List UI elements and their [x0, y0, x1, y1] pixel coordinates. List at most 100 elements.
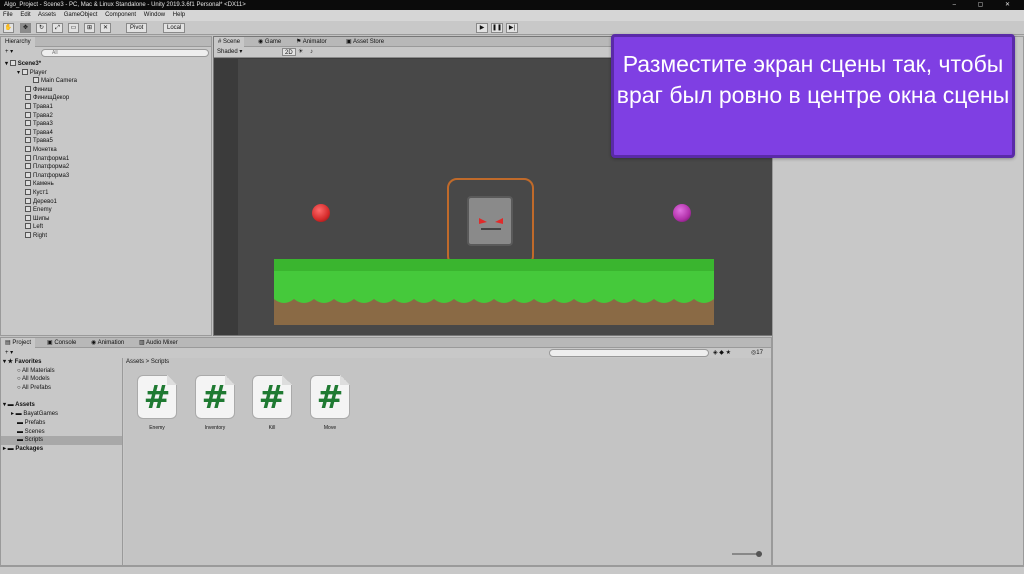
- local-toggle[interactable]: Local: [163, 23, 186, 33]
- list-item[interactable]: Трава2: [5, 111, 211, 121]
- script-asset[interactable]: # Inventory: [194, 375, 236, 435]
- tab-label: Game: [264, 39, 282, 45]
- list-item-selected[interactable]: ▬ Scripts: [1, 436, 122, 445]
- mode-2d-toggle[interactable]: 2D: [282, 48, 296, 56]
- gameobject-icon: [25, 154, 31, 161]
- list-item[interactable]: Трава5: [5, 137, 211, 146]
- item-count: ◎17: [751, 350, 763, 356]
- custom-tool-icon[interactable]: ✕: [100, 23, 111, 33]
- list-item[interactable]: Right: [5, 231, 211, 241]
- list-item[interactable]: Платформа3: [5, 171, 211, 181]
- item-label: Трава2: [33, 112, 53, 119]
- tab-scene[interactable]: # Scene: [214, 37, 245, 47]
- list-item[interactable]: ○ All Materials: [1, 367, 122, 376]
- enemy-sprite[interactable]: [467, 192, 513, 246]
- menu-window[interactable]: Window: [144, 12, 165, 18]
- menu-component[interactable]: Component: [105, 12, 136, 18]
- tab-console[interactable]: ▣ Console: [43, 338, 80, 348]
- list-item[interactable]: Куст1: [5, 188, 211, 198]
- list-item[interactable]: Финиш: [5, 85, 211, 95]
- tab-asset-store[interactable]: ▣ Asset Store: [342, 37, 388, 47]
- step-button[interactable]: ▶|: [506, 23, 518, 33]
- transform-tool-icon[interactable]: ⊞: [84, 23, 95, 33]
- grass-platform[interactable]: [274, 259, 714, 325]
- project-search-input[interactable]: [549, 349, 709, 357]
- script-symbol: #: [316, 378, 344, 416]
- hand-tool-icon[interactable]: ✋: [3, 23, 14, 33]
- gameobject-icon: [33, 77, 39, 84]
- script-asset[interactable]: # Move: [309, 375, 351, 435]
- purple-ball[interactable]: [673, 204, 691, 222]
- rect-tool-icon[interactable]: ▭: [68, 23, 79, 33]
- assets-header[interactable]: ▾ ▬ Assets: [1, 401, 122, 410]
- script-asset[interactable]: # Enemy: [136, 375, 178, 435]
- lighting-toggle-icon[interactable]: ☀: [298, 47, 303, 58]
- list-item[interactable]: Дерево1: [5, 197, 211, 207]
- list-item[interactable]: Платформа2: [5, 163, 211, 172]
- scene-root[interactable]: ▾ Scene3*: [5, 60, 211, 69]
- project-create-button[interactable]: + ▾: [5, 348, 13, 358]
- play-button[interactable]: ▶: [476, 23, 488, 33]
- list-item[interactable]: ФинишДекор: [5, 94, 211, 103]
- item-label: Шипы: [33, 215, 50, 222]
- rotate-tool-icon[interactable]: ↻: [36, 23, 47, 33]
- tab-animation[interactable]: ◉ Animation: [87, 338, 128, 348]
- menu-edit[interactable]: Edit: [20, 12, 30, 18]
- list-item[interactable]: ○ All Models: [1, 375, 122, 384]
- menu-assets[interactable]: Assets: [38, 12, 56, 18]
- list-item[interactable]: Трава3: [5, 120, 211, 129]
- packages-header[interactable]: ▸ ▬ Packages: [1, 445, 122, 454]
- slider-handle[interactable]: [756, 551, 762, 557]
- tab-game[interactable]: ◉ Game: [254, 37, 285, 47]
- list-item[interactable]: Шипы: [5, 214, 211, 224]
- script-asset[interactable]: # Kill: [251, 375, 293, 435]
- pivot-toggle[interactable]: Pivot: [126, 23, 148, 33]
- list-item[interactable]: ▬ Scenes: [1, 428, 122, 437]
- script-name: Inventory: [204, 425, 226, 431]
- red-ball[interactable]: [312, 204, 330, 222]
- hierarchy-search-input[interactable]: All: [41, 49, 209, 57]
- favorites-header[interactable]: ▾ ★ Favorites: [1, 358, 122, 367]
- shading-mode-dropdown[interactable]: Shaded ▾: [217, 47, 242, 58]
- tab-project[interactable]: ▤ Project: [1, 338, 36, 348]
- list-item[interactable]: Монетка: [5, 145, 211, 155]
- filter-icons[interactable]: ◈ ◆ ★: [713, 348, 731, 358]
- script-symbol: #: [258, 378, 286, 416]
- list-item[interactable]: Трава1: [5, 102, 211, 112]
- create-label: + ▾: [5, 49, 14, 55]
- list-item[interactable]: ▾ Player: [5, 68, 211, 78]
- list-item[interactable]: Трава4: [5, 128, 211, 138]
- pause-button[interactable]: ❚❚: [491, 23, 503, 33]
- item-label: Платформа2: [33, 164, 70, 171]
- breadcrumb[interactable]: Assets > Scripts: [124, 358, 771, 366]
- tab-hierarchy[interactable]: Hierarchy: [1, 37, 35, 47]
- tab-label: Animation: [97, 340, 125, 346]
- menu-file[interactable]: File: [3, 12, 13, 18]
- script-name: Kill: [268, 425, 276, 431]
- menu-gameobject[interactable]: GameObject: [64, 12, 98, 18]
- list-item[interactable]: Камень: [5, 180, 211, 189]
- callout-text: Разместите экран сцены так, чтобы враг б…: [616, 51, 1010, 108]
- gameobject-icon: [25, 85, 31, 92]
- list-item[interactable]: Main Camera: [5, 77, 211, 86]
- icon-size-slider[interactable]: [732, 551, 762, 557]
- breadcrumb-text: Assets > Scripts: [126, 359, 170, 365]
- csharp-script-icon: #: [310, 375, 350, 419]
- tab-animator[interactable]: ⚑ Animator: [292, 37, 331, 47]
- pivot-label: Pivot: [130, 25, 144, 31]
- list-item[interactable]: ▬ Prefabs: [1, 419, 122, 428]
- list-item[interactable]: ○ All Prefabs: [1, 384, 122, 393]
- scale-tool-icon[interactable]: ⤢: [52, 23, 63, 33]
- tab-audio-mixer[interactable]: ▥ Audio Mixer: [135, 338, 182, 348]
- list-item[interactable]: Платформа1: [5, 154, 211, 164]
- list-item[interactable]: ▸ ▬ BayatGames: [1, 410, 122, 419]
- list-item[interactable]: Enemy: [5, 206, 211, 215]
- list-item[interactable]: Left: [5, 223, 211, 232]
- audio-toggle-icon[interactable]: ♪: [310, 47, 313, 58]
- item-label: All Prefabs: [21, 385, 51, 392]
- window-controls[interactable]: – ▢ ✕: [953, 0, 1020, 10]
- gameobject-icon: [25, 180, 31, 187]
- menu-help[interactable]: Help: [173, 12, 185, 18]
- move-tool-icon[interactable]: ✥: [20, 23, 31, 33]
